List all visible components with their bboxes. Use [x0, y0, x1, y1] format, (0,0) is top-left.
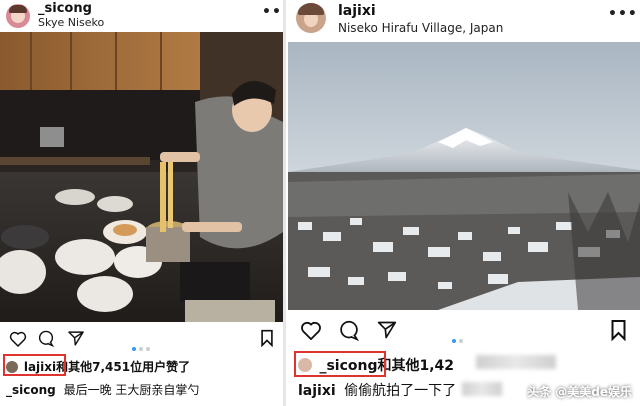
left-location[interactable]: Skye Niseko [38, 16, 104, 29]
right-caption-blur [462, 382, 502, 396]
left-avatar[interactable] [6, 4, 30, 28]
left-username[interactable]: _sicong [38, 1, 92, 16]
right-post-photo[interactable] [288, 42, 640, 310]
comment-icon[interactable] [338, 320, 360, 341]
left-post-photo[interactable] [0, 32, 283, 322]
right-username[interactable]: lajixi [338, 3, 376, 19]
carousel-dots [132, 336, 153, 355]
right-caption-text: 偷偷航拍了一下了 [344, 383, 457, 399]
left-caption: _sicong 最后一晚 王大厨亲自掌勺 [6, 381, 199, 398]
heart-icon[interactable] [9, 330, 27, 347]
right-caption-user[interactable]: lajixi [298, 383, 336, 399]
left-highlight-box [3, 354, 66, 376]
share-icon[interactable] [376, 320, 398, 340]
more-horizontal-icon[interactable]: ••• [608, 6, 638, 22]
right-likes-blur [476, 355, 556, 369]
left-caption-text: 最后一晚 王大厨亲自掌勺 [63, 383, 200, 397]
right-highlight-box [294, 351, 386, 377]
right-avatar[interactable] [296, 3, 326, 33]
bookmark-icon[interactable] [610, 319, 627, 341]
comment-icon[interactable] [37, 330, 55, 347]
right-post: lajixi Niseko Hirafu Village, Japan ••• [286, 0, 640, 406]
bookmark-icon[interactable] [260, 329, 274, 347]
right-location[interactable]: Niseko Hirafu Village, Japan [338, 21, 503, 35]
right-post-header: lajixi Niseko Hirafu Village, Japan ••• [286, 0, 640, 36]
left-likes-text: 和其他7,451位用户赞了 [56, 360, 191, 374]
right-likes-text: 和其他1,42 [377, 358, 455, 374]
heart-icon[interactable] [300, 320, 322, 340]
left-caption-user[interactable]: _sicong [6, 383, 56, 397]
carousel-dots [452, 328, 466, 347]
share-icon[interactable] [67, 330, 85, 347]
watermark: 头条 @美美de娱乐 [527, 385, 632, 399]
left-post: _sicong Skye Niseko ••• lajixi和其他7,451位用… [0, 0, 291, 406]
right-caption: lajixi 偷偷航拍了一下了 [298, 380, 456, 400]
left-post-header: _sicong Skye Niseko ••• [0, 0, 291, 36]
